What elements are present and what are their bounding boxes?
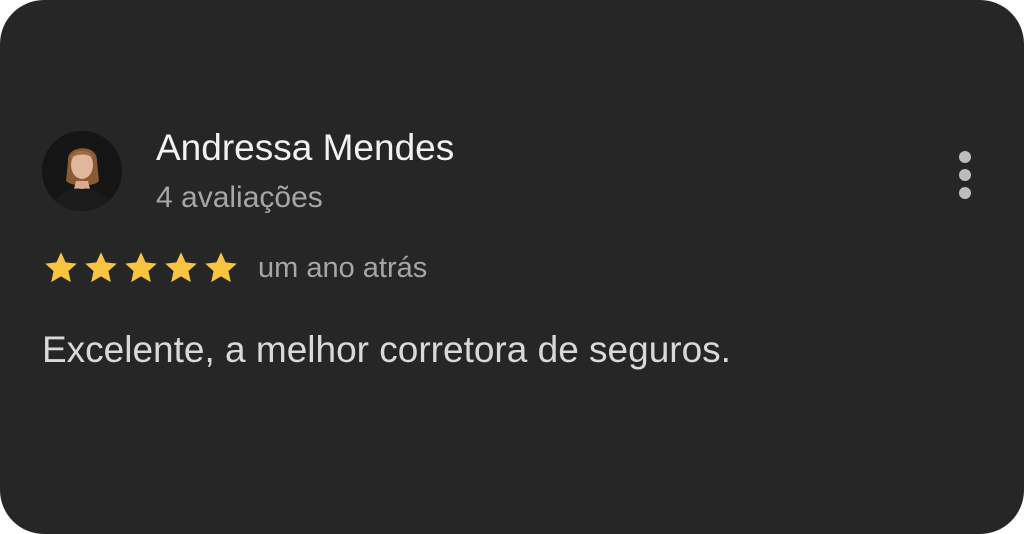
review-text: Excelente, a melhor corretora de seguros… xyxy=(42,329,731,370)
more-vert-icon-dot xyxy=(959,169,971,181)
review-date: um ano atrás xyxy=(258,252,428,284)
more-options-button[interactable] xyxy=(944,146,986,204)
more-vert-icon-dot xyxy=(959,187,971,199)
star-icon xyxy=(85,252,117,283)
more-vert-icon-dot xyxy=(959,151,971,163)
avatar[interactable] xyxy=(42,131,122,211)
review-card: Andressa Mendes 4 avaliações um ano atrá… xyxy=(0,0,1024,534)
star-icon xyxy=(125,252,157,283)
reviewer-name[interactable]: Andressa Mendes xyxy=(156,126,454,170)
star-rating xyxy=(42,250,242,286)
avatar-photo xyxy=(42,131,122,211)
star-icon xyxy=(165,252,197,283)
star-icon xyxy=(45,252,77,283)
review-count: 4 avaliações xyxy=(156,181,323,214)
star-icon xyxy=(205,252,237,283)
